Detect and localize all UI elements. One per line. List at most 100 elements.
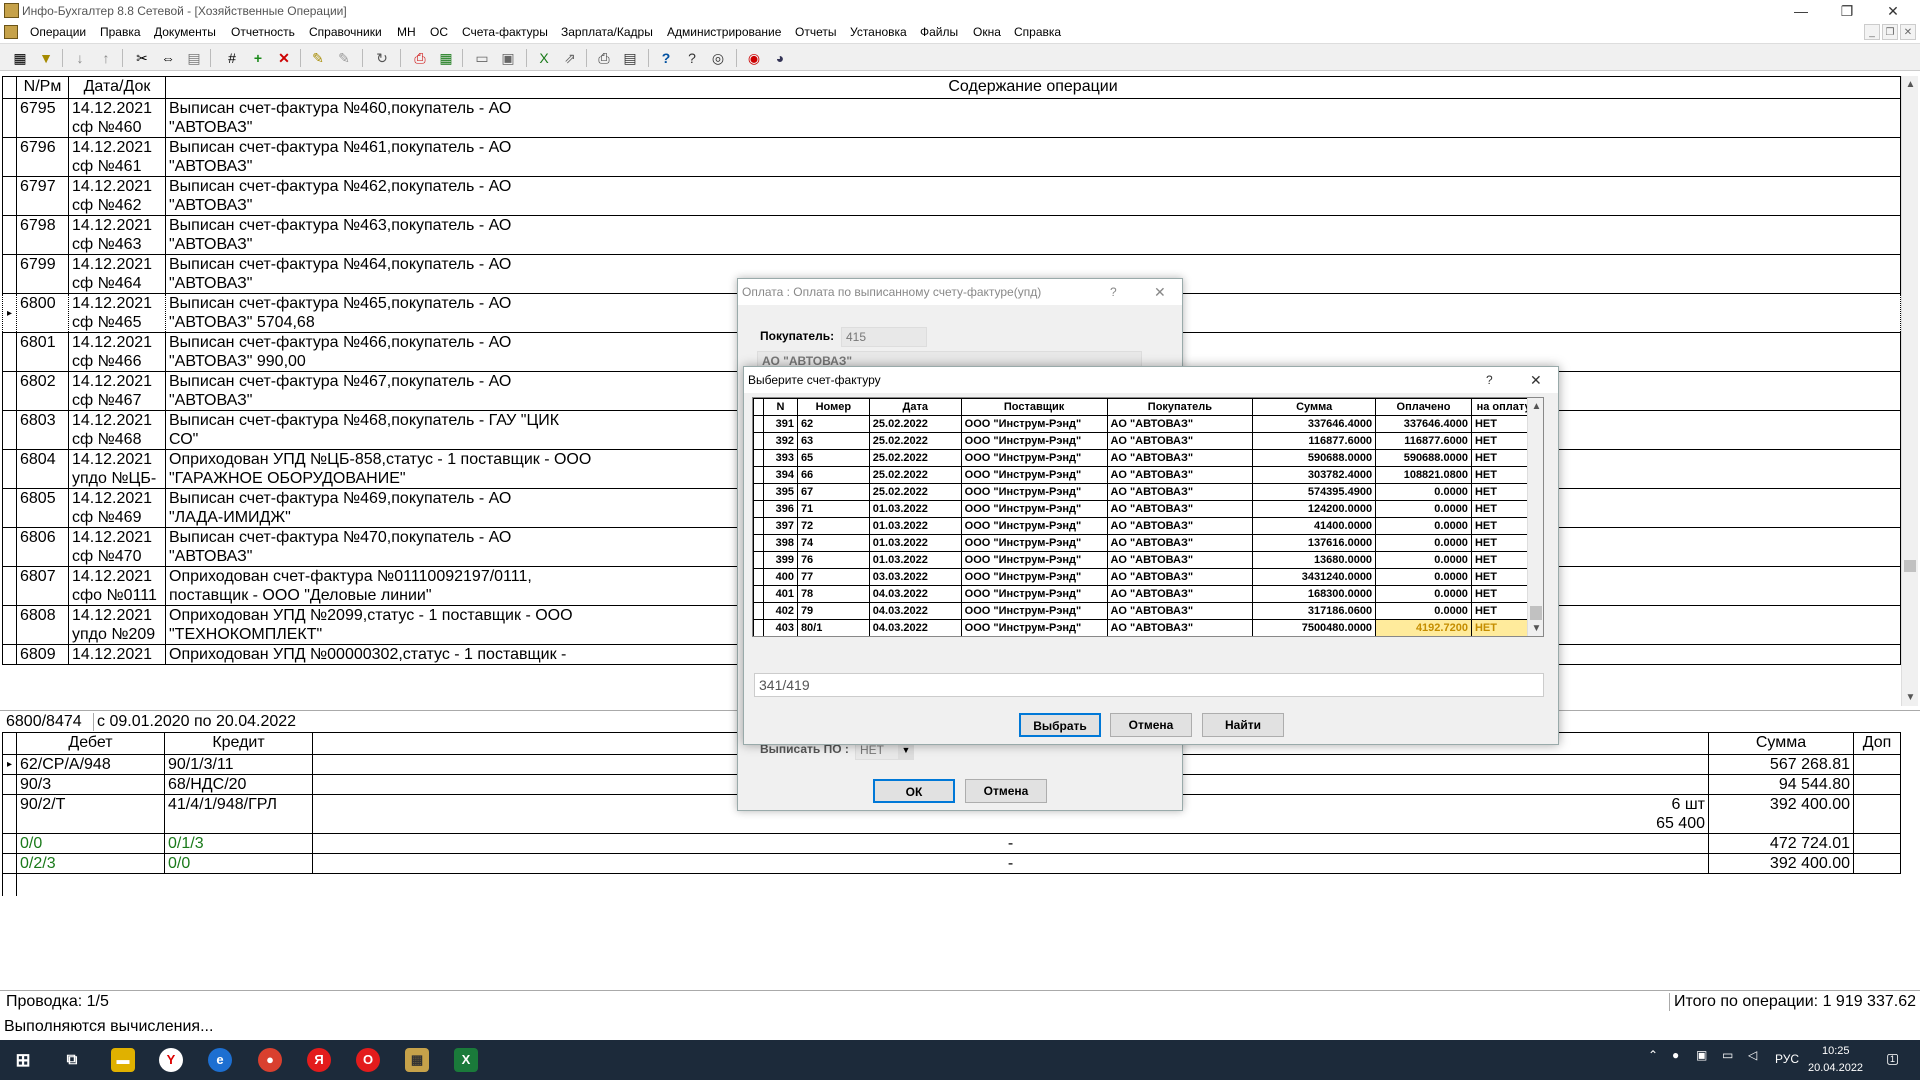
scroll-up-icon[interactable]: ▲: [1902, 76, 1919, 93]
menu-operations[interactable]: Операции: [30, 25, 86, 39]
language-indicator[interactable]: РУС: [1775, 1052, 1799, 1066]
numbering-icon[interactable]: #: [222, 48, 242, 68]
excel-icon[interactable]: X: [534, 48, 554, 68]
mdi-close-button[interactable]: ✕: [1900, 24, 1916, 40]
print-icon[interactable]: ⎙: [594, 48, 614, 68]
task-view-icon[interactable]: ⧉: [60, 1048, 84, 1072]
invoice-row[interactable]: 400 77 03.03.2022 ООО "Инструм-Рэнд" АО "АВТ…: [753, 568, 1543, 586]
menu-directories[interactable]: Справочники: [309, 25, 382, 39]
invoice-row[interactable]: 393 65 25.02.2022 ООО "Инструм-Рэнд" АО "АВТ…: [753, 449, 1543, 467]
column-header-credit[interactable]: Кредит: [164, 732, 313, 755]
file-explorer-icon[interactable]: ▬: [111, 1048, 135, 1072]
close-icon[interactable]: ✕: [1530, 367, 1542, 393]
posting-row[interactable]: 0/0 0/1/3 - 472 724.01: [2, 833, 1901, 854]
invoice-row[interactable]: 401 78 04.03.2022 ООО "Инструм-Рэнд" АО "АВТ…: [753, 585, 1543, 603]
invoice-header-paid[interactable]: Оплачено: [1375, 398, 1472, 416]
cancel-button[interactable]: Отмена: [1110, 713, 1192, 737]
calculator-icon[interactable]: ▦: [10, 48, 30, 68]
windows-start-icon[interactable]: ⊞: [12, 1048, 34, 1072]
posting-row[interactable]: 0/2/3 0/0 - 392 400.00: [2, 853, 1901, 874]
column-header-debit[interactable]: Дебет: [16, 732, 165, 755]
operation-row[interactable]: 6798 14.12.2021 сф №463 Выписан счет-фактур…: [2, 215, 1901, 255]
close-icon[interactable]: ✕: [1154, 279, 1166, 305]
refresh-icon[interactable]: ↻: [372, 48, 392, 68]
scroll-thumb[interactable]: [1530, 606, 1542, 620]
opera-icon[interactable]: O: [356, 1048, 380, 1072]
invoice-row[interactable]: 403 80/1 04.03.2022 ООО "Инструм-Рэнд" АО "А…: [753, 619, 1543, 636]
column-header-sum[interactable]: Сумма: [1708, 732, 1854, 755]
invoice-row[interactable]: 394 66 25.02.2022 ООО "Инструм-Рэнд" АО "АВТ…: [753, 466, 1543, 484]
menu-windows[interactable]: Окна: [973, 25, 1001, 39]
invoice-row[interactable]: 397 72 01.03.2022 ООО "Инструм-Рэнд" АО "АВТ…: [753, 517, 1543, 535]
open-icon[interactable]: ▭: [472, 48, 492, 68]
menu-help[interactable]: Справка: [1014, 25, 1061, 39]
spreadsheet-icon[interactable]: ▦: [436, 48, 456, 68]
invoice-header-date[interactable]: Дата: [868, 398, 962, 416]
scroll-up-icon[interactable]: ▲: [1528, 398, 1543, 415]
cancel-button[interactable]: Отмена: [965, 779, 1047, 803]
invoice-row[interactable]: 4048314.03.2022ООО "Инструм-Рэнд"АО "АВТ…: [754, 637, 1543, 638]
save-icon[interactable]: ▣: [498, 48, 518, 68]
invoice-header-buyer[interactable]: Покупатель: [1106, 398, 1254, 416]
column-header-num[interactable]: N/Рм: [16, 76, 69, 99]
sort-desc-icon[interactable]: ↑: [96, 48, 116, 68]
pdf-icon[interactable]: ⎙: [410, 48, 430, 68]
close-button[interactable]: ✕: [1870, 0, 1916, 22]
clock-time[interactable]: 10:25: [1822, 1045, 1850, 1057]
menu-reports-tax[interactable]: Отчетность: [231, 25, 295, 39]
context-help-icon[interactable]: ?: [682, 48, 702, 68]
operation-row[interactable]: 6795 14.12.2021 сф №460 Выписан счет-фактур…: [2, 98, 1901, 138]
volume-icon[interactable]: ◁: [1748, 1048, 1757, 1062]
support-icon[interactable]: ◉: [744, 48, 764, 68]
menu-mn[interactable]: МН: [397, 25, 416, 39]
column-header-date[interactable]: Дата/Док: [68, 76, 166, 99]
restore-button[interactable]: ❐: [1824, 0, 1870, 22]
move-icon[interactable]: ⇔: [158, 48, 178, 68]
buyer-code-field[interactable]: 415: [841, 327, 927, 347]
invoice-row[interactable]: 402 79 04.03.2022 ООО "Инструм-Рэнд" АО "АВТ…: [753, 602, 1543, 620]
menu-admin[interactable]: Администрирование: [667, 25, 781, 39]
find-button[interactable]: Найти: [1202, 713, 1284, 737]
operation-row[interactable]: 6796 14.12.2021 сф №461 Выписан счет-фактур…: [2, 137, 1901, 177]
help-icon[interactable]: ?: [656, 48, 676, 68]
invoice-scrollbar[interactable]: ▲ ▼: [1527, 398, 1543, 636]
preview-icon[interactable]: ▤: [620, 48, 640, 68]
filter-icon[interactable]: ▼: [36, 48, 56, 68]
edge-icon[interactable]: e: [208, 1048, 232, 1072]
operation-row[interactable]: 6797 14.12.2021 сф №462 Выписан счет-фактур…: [2, 176, 1901, 216]
scroll-down-icon[interactable]: ▼: [1528, 620, 1543, 636]
column-header-content[interactable]: Содержание операции: [165, 76, 1901, 99]
info-buhgalter-taskbar-icon[interactable]: ▦: [405, 1048, 429, 1072]
microphone-icon[interactable]: ●: [1672, 1048, 1679, 1062]
invoice-row[interactable]: 391 62 25.02.2022 ООО "Инструм-Рэнд" АО "АВТ…: [753, 415, 1543, 433]
unmark-icon[interactable]: ✎: [334, 48, 354, 68]
clock-date[interactable]: 20.04.2022: [1808, 1062, 1863, 1074]
invoice-header-number[interactable]: Номер: [796, 398, 870, 416]
yandex-icon[interactable]: Я: [307, 1048, 331, 1072]
invoice-row[interactable]: 399 76 01.03.2022 ООО "Инструм-Рэнд" АО "АВТ…: [753, 551, 1543, 569]
help-icon[interactable]: ?: [1110, 279, 1117, 305]
network-icon[interactable]: ▭: [1722, 1048, 1733, 1062]
mdi-restore-button[interactable]: ❐: [1882, 24, 1898, 40]
operations-scrollbar[interactable]: ▲ ▼: [1901, 76, 1918, 706]
select-button[interactable]: Выбрать: [1019, 713, 1101, 737]
column-header-extra[interactable]: Доп: [1853, 732, 1901, 755]
tray-app-icon[interactable]: ▣: [1696, 1048, 1707, 1062]
invoice-row[interactable]: 398 74 01.03.2022 ООО "Инструм-Рэнд" АО "АВТ…: [753, 534, 1543, 552]
menu-settings[interactable]: Установка: [850, 25, 907, 39]
period-range[interactable]: с 09.01.2020 по 20.04.2022: [93, 713, 296, 731]
ok-button[interactable]: ОК: [873, 779, 955, 803]
invoice-header-supplier[interactable]: Поставщик: [960, 398, 1108, 416]
menu-invoices[interactable]: Счета-фактуры: [462, 25, 548, 39]
scroll-thumb[interactable]: [1904, 560, 1916, 572]
paste-icon[interactable]: ▤: [184, 48, 204, 68]
menu-payroll[interactable]: Зарплата/Кадры: [561, 25, 653, 39]
minimize-button[interactable]: —: [1778, 0, 1824, 22]
menu-edit[interactable]: Правка: [100, 25, 141, 39]
menu-reports[interactable]: Отчеты: [795, 25, 836, 39]
chrome-icon[interactable]: ●: [258, 1048, 282, 1072]
sort-asc-icon[interactable]: ↓: [70, 48, 90, 68]
menu-files[interactable]: Файлы: [920, 25, 958, 39]
mark-icon[interactable]: ✎: [308, 48, 328, 68]
export-icon[interactable]: ⇗: [560, 48, 580, 68]
